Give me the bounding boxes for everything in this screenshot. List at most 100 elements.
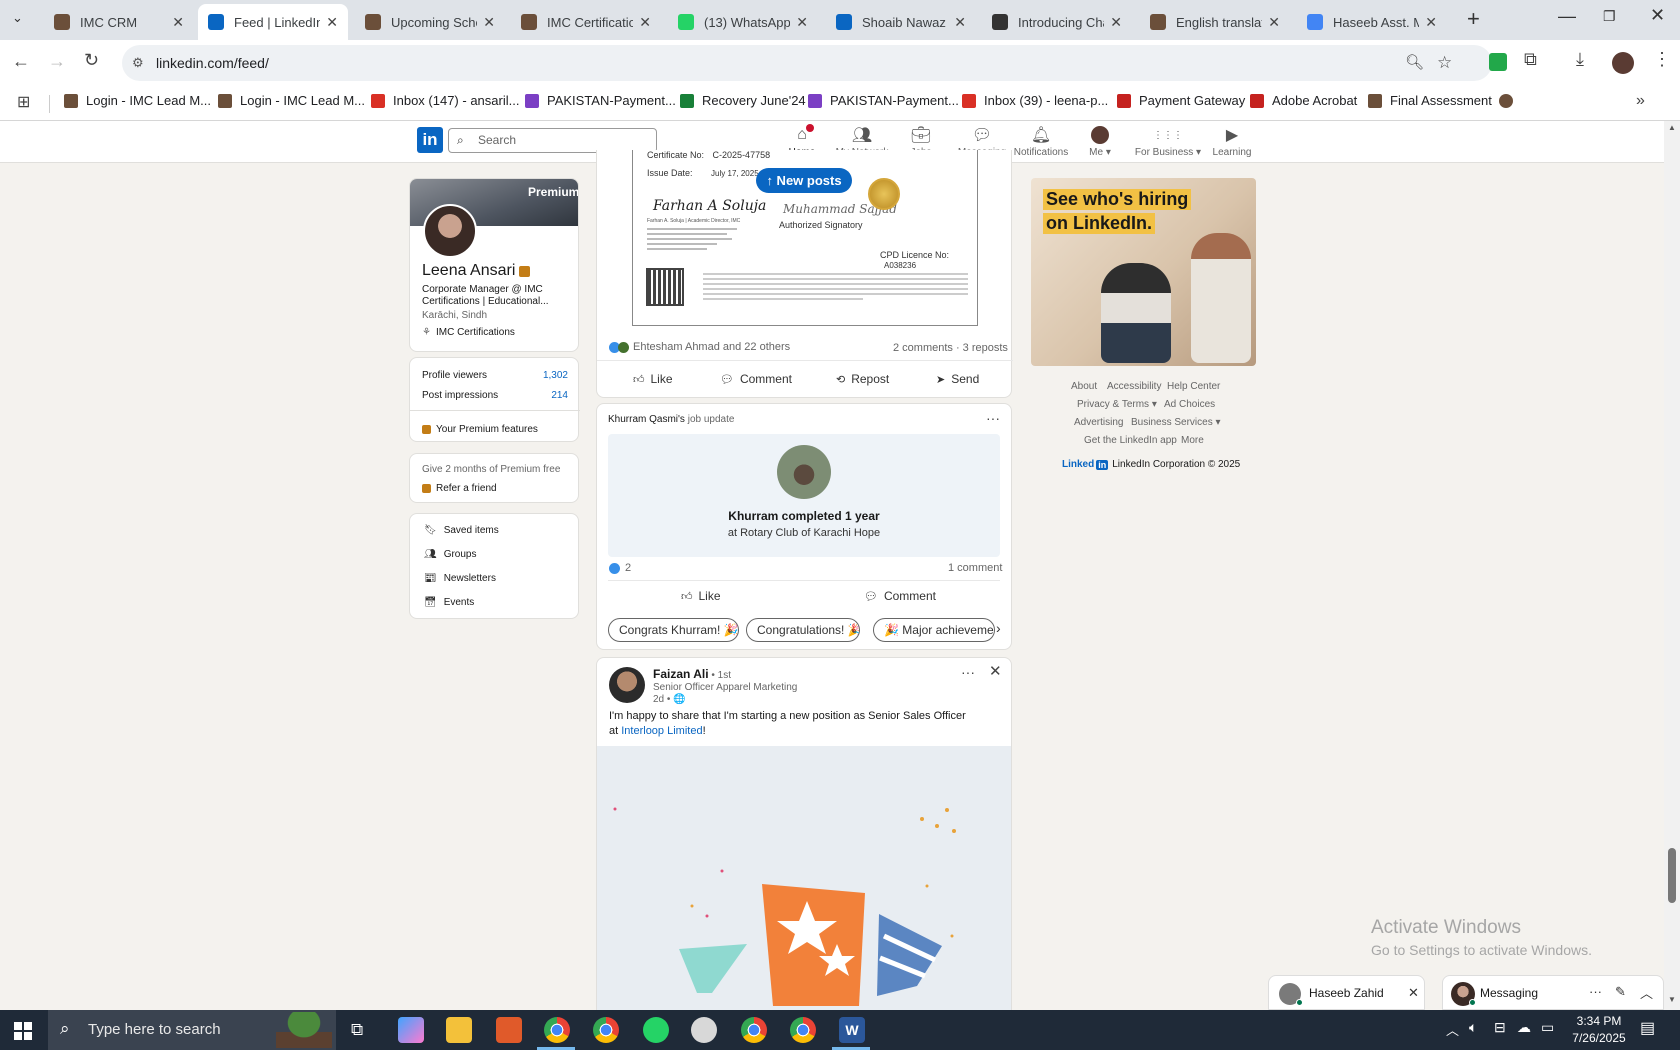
- reactions-row[interactable]: Ehtesham Ahmad and 22 others: [609, 341, 790, 353]
- footer-link[interactable]: Get the LinkedIn app: [1084, 435, 1177, 446]
- bookmark-item[interactable]: Inbox (39) - leena-p...: [962, 93, 1108, 108]
- close-tab-icon[interactable]: ✕: [1268, 14, 1280, 31]
- job-comment-count[interactable]: 1 comment: [948, 562, 1002, 574]
- app-icon[interactable]: [496, 1017, 522, 1043]
- close-tab-icon[interactable]: ✕: [639, 14, 651, 31]
- poster-avatar[interactable]: [609, 667, 645, 703]
- dismiss-post-icon[interactable]: ✕: [989, 662, 1002, 680]
- shortcut-groups[interactable]: 👥︎ Groups: [424, 549, 477, 560]
- job-update-panel[interactable]: Khurram completed 1 year at Rotary Club …: [608, 434, 1000, 557]
- more-bookmarks-icon[interactable]: »: [1636, 92, 1645, 110]
- weather-icon[interactable]: ☁︎: [1517, 1019, 1531, 1036]
- profile-name[interactable]: Leena Ansari: [422, 262, 515, 280]
- browser-tab[interactable]: Introducing Cha ✕: [982, 4, 1132, 40]
- taskbar-date[interactable]: 7/26/2025: [1567, 1031, 1631, 1045]
- minimize-button[interactable]: —: [1558, 6, 1576, 27]
- shortcut-events[interactable]: 📅︎ Events: [424, 597, 474, 608]
- linkedin-logo-icon[interactable]: in: [417, 127, 443, 153]
- job-update-person[interactable]: Khurram Qasmi's: [608, 414, 685, 425]
- quick-reply-pill[interactable]: Congrats Khurram! 🎉: [608, 618, 739, 642]
- browser-tab[interactable]: (13) WhatsApp B ✕: [668, 4, 818, 40]
- footer-link[interactable]: Help Center: [1167, 381, 1220, 392]
- post-menu-icon[interactable]: ···: [961, 664, 975, 680]
- apps-grid-icon[interactable]: ⊞: [17, 92, 30, 112]
- close-tab-icon[interactable]: ✕: [172, 14, 184, 31]
- chrome-icon[interactable]: [741, 1017, 767, 1043]
- browser-tab[interactable]: IMC Certificatio ✕: [511, 4, 661, 40]
- bookmark-item[interactable]: PAKISTAN-Payment...: [808, 93, 959, 108]
- expand-chevron-icon[interactable]: ︿: [1640, 983, 1653, 1002]
- file-explorer-icon[interactable]: [446, 1017, 472, 1043]
- footer-link[interactable]: Accessibility: [1107, 381, 1161, 392]
- close-tab-icon[interactable]: ✕: [1110, 14, 1122, 31]
- footer-link[interactable]: Advertising: [1074, 417, 1123, 428]
- hiring-ad[interactable]: See who's hiring on LinkedIn.: [1031, 178, 1256, 366]
- display-icon[interactable]: ▭: [1541, 1019, 1554, 1036]
- download-icon[interactable]: ⤓: [1576, 49, 1584, 70]
- browser-tab[interactable]: Upcoming Sche ✕: [355, 4, 505, 40]
- scroll-down-arrow-icon[interactable]: ▼: [1668, 995, 1676, 1004]
- close-tab-icon[interactable]: ✕: [483, 14, 495, 31]
- browser-tab[interactable]: Feed | LinkedIn ✕: [198, 4, 348, 40]
- shortcut-saved-items[interactable]: 🔖︎ Saved items: [424, 525, 499, 536]
- new-posts-button[interactable]: ↑ New posts: [756, 168, 852, 193]
- bookmark-extra-icon[interactable]: [1499, 94, 1513, 108]
- company-mention-link[interactable]: Interloop Limited: [621, 725, 702, 737]
- scroll-up-arrow-icon[interactable]: ▲: [1668, 123, 1676, 132]
- network-icon[interactable]: ⊟: [1494, 1019, 1506, 1036]
- quick-reply-pill[interactable]: 🎉 Major achievement: [873, 618, 995, 642]
- scroll-thumb[interactable]: [1668, 848, 1676, 903]
- notification-center-icon[interactable]: ▤: [1640, 1018, 1655, 1038]
- post-impressions-row[interactable]: Post impressions 214: [422, 390, 568, 401]
- chrome-icon[interactable]: [790, 1017, 816, 1043]
- back-button[interactable]: ←: [12, 51, 30, 72]
- bookmark-item[interactable]: Login - IMC Lead M...: [218, 93, 365, 108]
- quick-reply-pill[interactable]: Congratulations! 🎉: [746, 618, 860, 642]
- bookmark-item[interactable]: Login - IMC Lead M...: [64, 93, 211, 108]
- refer-friend-link[interactable]: Refer a friend: [422, 483, 497, 494]
- zoom-icon[interactable]: 🔍︎: [1405, 45, 1424, 81]
- profile-company-row[interactable]: ⚘ IMC Certifications: [422, 327, 515, 338]
- bookmark-item[interactable]: Payment Gateway: [1117, 93, 1245, 108]
- job-comment-button[interactable]: 💬︎ Comment: [864, 589, 936, 603]
- messaging-more-icon[interactable]: ···: [1589, 984, 1602, 999]
- nav-learning[interactable]: ▶ Learning: [1197, 125, 1267, 158]
- bookmark-item[interactable]: Final Assessment: [1368, 93, 1492, 108]
- send-button[interactable]: ➤ Send: [936, 372, 979, 386]
- extensions-puzzle-icon[interactable]: ⧉: [1524, 49, 1537, 70]
- browser-tab[interactable]: IMC CRM ✕: [44, 4, 194, 40]
- bookmark-item[interactable]: Recovery June'24: [680, 93, 806, 108]
- comments-reposts[interactable]: 2 comments · 3 reposts: [893, 342, 1008, 354]
- browser-tab[interactable]: English translatio ✕: [1140, 4, 1290, 40]
- extension-icon[interactable]: [1489, 53, 1507, 71]
- page-scrollbar[interactable]: ▲ ▼: [1664, 121, 1680, 1010]
- taskbar-time[interactable]: 3:34 PM: [1569, 1014, 1629, 1028]
- premium-badge[interactable]: Premium: [528, 185, 578, 199]
- restore-button[interactable]: ❐: [1603, 8, 1616, 25]
- messaging-bar[interactable]: Messaging ··· ✎ ︿: [1442, 975, 1664, 1010]
- nav-me[interactable]: Me ▾: [1065, 125, 1135, 158]
- poster-name[interactable]: Faizan Ali: [653, 667, 709, 681]
- site-info-icon[interactable]: ⚙: [132, 45, 144, 81]
- bookmark-item[interactable]: PAKISTAN-Payment...: [525, 93, 676, 108]
- repost-button[interactable]: ⟲ Repost: [836, 372, 889, 386]
- clock-app-icon[interactable]: [691, 1017, 717, 1043]
- post-menu-icon[interactable]: ···: [986, 410, 1000, 426]
- close-tab-icon[interactable]: ✕: [326, 14, 338, 31]
- footer-link[interactable]: About: [1071, 381, 1097, 392]
- browser-tab[interactable]: Shoaib Nawaz | L ✕: [826, 4, 976, 40]
- compose-icon[interactable]: ✎: [1615, 984, 1626, 1000]
- close-tab-icon[interactable]: ✕: [954, 14, 966, 31]
- profile-viewers-row[interactable]: Profile viewers 1,302: [422, 370, 568, 381]
- bookmark-item[interactable]: Inbox (147) - ansaril...: [371, 93, 519, 108]
- bookmark-star-icon[interactable]: ☆: [1437, 45, 1452, 81]
- nav-for-business[interactable]: ⋮⋮⋮ For Business ▾: [1133, 125, 1203, 159]
- bookmark-item[interactable]: Adobe Acrobat: [1250, 93, 1357, 108]
- job-like-button[interactable]: 👍︎ Like: [681, 589, 721, 603]
- chrome-icon[interactable]: [544, 1017, 570, 1043]
- profile-avatar[interactable]: [1612, 52, 1634, 74]
- pills-next-arrow-icon[interactable]: ›: [996, 620, 1001, 636]
- premium-features-link[interactable]: Your Premium features: [422, 424, 538, 435]
- tray-chevron-icon[interactable]: ︿: [1446, 1020, 1459, 1039]
- job-reactions-row[interactable]: 2: [609, 562, 631, 574]
